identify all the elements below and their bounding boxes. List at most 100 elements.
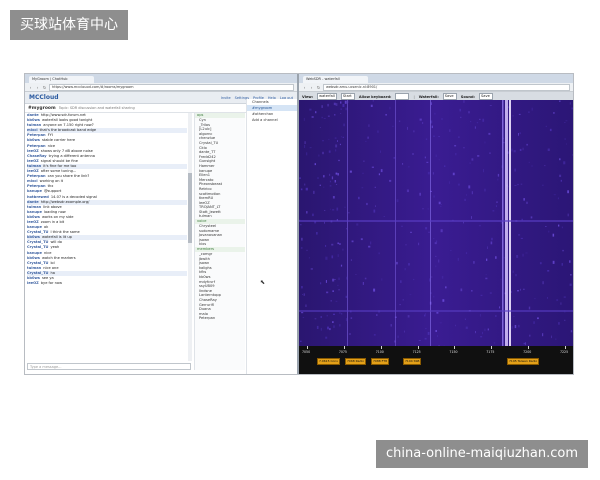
- message-nick[interactable]: leeOZ: [27, 149, 39, 153]
- message-nick[interactable]: tulman: [27, 164, 41, 168]
- user-list-item[interactable]: Peterpan: [195, 316, 245, 321]
- websdr-browser-window: WebSDR - waterfall ‹ › ↻ websdr.amu.ucse…: [299, 74, 573, 374]
- message-input[interactable]: Type a message...: [27, 363, 191, 370]
- message-nick[interactable]: tulman: [27, 266, 41, 270]
- message-nick[interactable]: Crystal_TU: [27, 245, 48, 249]
- frequency-label: 7200: [523, 350, 532, 354]
- back-icon[interactable]: ‹: [28, 85, 33, 90]
- app-logo[interactable]: MCCloud: [29, 94, 59, 101]
- message-nick[interactable]: kanupe: [27, 251, 42, 255]
- message-text: waterfall is lit up: [41, 235, 72, 240]
- message-text: link above: [43, 204, 62, 209]
- message-nick[interactable]: tulman: [27, 205, 41, 209]
- waterfall-display[interactable]: [299, 100, 573, 346]
- message-text: can you share the link?: [47, 174, 90, 179]
- message-scrollbar[interactable]: [188, 113, 192, 361]
- back-icon[interactable]: ‹: [302, 85, 307, 90]
- message-text: see ya: [41, 276, 54, 280]
- message-text: that's the broadcast band edge: [39, 128, 97, 133]
- message-nick[interactable]: hotbrewed: [27, 195, 49, 199]
- message-nick[interactable]: ChaseRay: [27, 154, 47, 158]
- message-nick[interactable]: kb0ws: [27, 138, 40, 142]
- scroll-thumb[interactable]: [188, 173, 192, 243]
- message-nick[interactable]: Crystal_TU: [27, 230, 48, 234]
- message-nick[interactable]: kanupe: [27, 210, 42, 214]
- message-nick[interactable]: leeOZ: [27, 159, 39, 163]
- frequency-tick: [343, 346, 345, 349]
- frequency-label: 7225: [560, 350, 569, 354]
- tab-chat[interactable]: MyGroom | ChatHub: [29, 76, 94, 83]
- message-nick[interactable]: leeOZ: [27, 281, 39, 285]
- message-nick[interactable]: mixcl: [27, 128, 38, 132]
- station-marker[interactable]: 7088 FT8: [371, 358, 390, 365]
- frequency-tick: [380, 346, 382, 349]
- message-nick[interactable]: leeOZ: [27, 220, 39, 224]
- message-text: after some tuning...: [40, 169, 77, 174]
- frequency-label: 7150: [449, 350, 458, 354]
- frequency-scale[interactable]: 7050 7075 7100 7125 7150 7175 7200 7225 7.0615 C…: [299, 346, 573, 374]
- message-nick[interactable]: Crystal_TU: [27, 240, 48, 244]
- message-text: FYI: [47, 133, 53, 138]
- allow-keyboard-checkbox[interactable]: [395, 93, 410, 100]
- message-nick[interactable]: kb0ws: [27, 235, 40, 239]
- view-label: View:: [302, 94, 314, 99]
- message-text: thx: [47, 184, 54, 189]
- start-button[interactable]: Start: [340, 93, 355, 100]
- message-text: yeah: [50, 245, 60, 250]
- message-nick[interactable]: kb0ws: [27, 276, 40, 280]
- message-text: watch the markers: [41, 255, 76, 260]
- message-nick[interactable]: leeOZ: [27, 169, 39, 173]
- station-marker[interactable]: 7195 Taiwan Radio: [507, 358, 540, 365]
- message-text: I think the same: [50, 230, 80, 235]
- message-text: working on it: [39, 179, 64, 184]
- message-nick[interactable]: mixcl: [27, 179, 38, 183]
- message-nick[interactable]: kanupe: [27, 189, 42, 193]
- frequency-tick: [454, 346, 456, 349]
- message-text: stable carrier here: [41, 138, 76, 143]
- message-text: it's fine for me too: [43, 163, 77, 168]
- message-nick[interactable]: kb0ws: [27, 256, 40, 260]
- message-nick[interactable]: dante: [27, 113, 39, 117]
- message-nick[interactable]: tulman: [27, 123, 41, 127]
- url-input-right[interactable]: websdr.amu.ucsenic.nl:8901/: [323, 83, 570, 91]
- message-nick[interactable]: Crystal_TU: [27, 261, 48, 265]
- allow-keyboard-label: Allow keyboard:: [358, 94, 392, 99]
- channel-sidebar: Channels #mygroom #otherchan Add a channel: [246, 99, 297, 374]
- frequency-label: 7125: [412, 350, 421, 354]
- reload-icon[interactable]: ↻: [316, 85, 321, 90]
- message-text: http://websdr.example.org/: [40, 199, 90, 204]
- tab-websdr[interactable]: WebSDR - waterfall: [303, 76, 368, 83]
- message-nick[interactable]: dante: [27, 200, 39, 204]
- url-input[interactable]: https://www.mcclouod.com/#/rooms/mygroom: [49, 83, 294, 91]
- message-nick[interactable]: kanupe: [27, 225, 42, 229]
- station-marker[interactable]: 7068 Radio: [345, 358, 367, 365]
- message-nick[interactable]: kb0ws: [27, 118, 40, 122]
- sound-label: Sound:: [460, 94, 475, 99]
- message-nick[interactable]: Crystal_TU: [27, 271, 48, 275]
- reload-icon[interactable]: ↻: [42, 85, 47, 90]
- frequency-tick: [565, 346, 566, 349]
- frequency-label: 7050: [302, 350, 311, 354]
- forward-icon[interactable]: ›: [309, 85, 314, 90]
- message-nick[interactable]: kb0ws: [27, 215, 40, 219]
- sidebar-item[interactable]: Add a channel: [247, 117, 297, 123]
- message-nick[interactable]: Peterpan: [27, 133, 46, 137]
- station-marker[interactable]: 7.0615 Conv: [317, 358, 341, 365]
- message-list: dante http://www.sdr-forum.net kb0ws waterf…: [27, 113, 187, 361]
- message-nick[interactable]: Peterpan: [27, 144, 46, 148]
- message-nick[interactable]: Peterpan: [27, 184, 46, 188]
- message-nick[interactable]: Peterpan: [27, 174, 46, 178]
- message-text: works on my side: [41, 214, 74, 219]
- address-bar: ‹ › ↻ https://www.mcclouod.com/#/rooms/m…: [25, 83, 297, 92]
- screenshot-frame: MyGroom | ChatHub ‹ › ↻ https://www.mccl…: [24, 73, 574, 375]
- address-bar-right: ‹ › ↻ websdr.amu.ucsenic.nl:8901/: [299, 83, 573, 92]
- view-select[interactable]: waterfall: [317, 93, 337, 100]
- frequency-label: 7075: [338, 350, 347, 354]
- header-link[interactable]: Invite: [221, 96, 231, 100]
- chat-browser-window: MyGroom | ChatHub ‹ › ↻ https://www.mccl…: [25, 74, 299, 374]
- station-marker[interactable]: 7104 SSB: [403, 358, 422, 365]
- waterfall-save-button[interactable]: Save: [442, 93, 457, 100]
- forward-icon[interactable]: ›: [35, 85, 40, 90]
- sound-save-button[interactable]: Save: [478, 93, 493, 100]
- message-text: ha: [50, 270, 55, 275]
